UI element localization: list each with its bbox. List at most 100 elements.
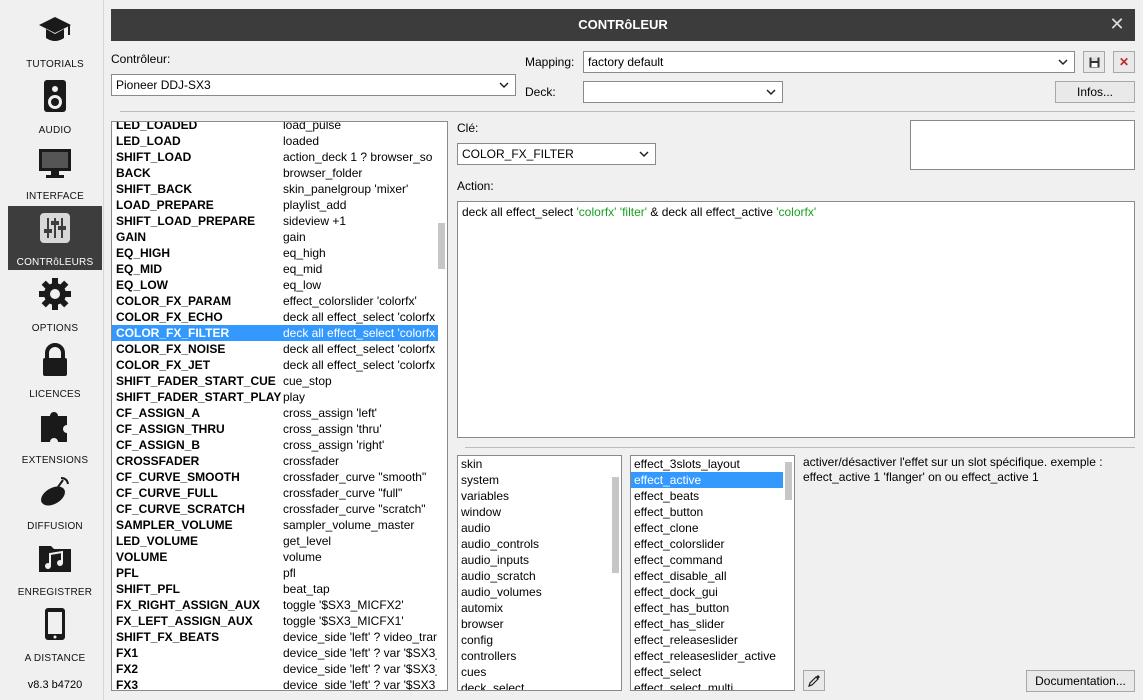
- infos-button[interactable]: Infos...: [1055, 81, 1135, 103]
- category-scrollbar[interactable]: [611, 457, 620, 689]
- mapping-row[interactable]: FX_RIGHT_ASSIGN_AUX toggle '$SX3_MICFX2': [112, 597, 438, 613]
- mapping-row[interactable]: PFL pfl: [112, 565, 438, 581]
- sidebar-item-audio[interactable]: AUDIO: [8, 74, 102, 138]
- mapping-row[interactable]: EQ_LOW eq_low: [112, 277, 438, 293]
- save-mapping-button[interactable]: [1083, 51, 1105, 73]
- mapping-row[interactable]: BACK browser_folder: [112, 165, 438, 181]
- mapping-row[interactable]: SHIFT_LOAD_PREPARE sideview +1: [112, 213, 438, 229]
- mapping-row[interactable]: CF_ASSIGN_A cross_assign 'left': [112, 405, 438, 421]
- mapping-select[interactable]: factory default: [583, 51, 1075, 73]
- sidebar-item-options[interactable]: OPTIONS: [8, 272, 102, 336]
- mapping-row[interactable]: FX2 device_side 'left' ? var '$SX3_: [112, 661, 438, 677]
- verb-item[interactable]: effect_active: [631, 472, 783, 488]
- sidebar-item-extensions[interactable]: EXTENSIONS: [8, 404, 102, 468]
- controller-select[interactable]: Pioneer DDJ-SX3: [111, 74, 516, 96]
- mapping-row[interactable]: LED_LOADED load_pulse: [112, 122, 438, 133]
- mapping-list[interactable]: LED_LOADED load_pulse LED_LOAD loaded SHIFT_…: [111, 121, 448, 691]
- category-item[interactable]: config: [458, 632, 610, 648]
- sidebar-item-licences[interactable]: LICENCES: [8, 338, 102, 402]
- verb-item[interactable]: effect_has_slider: [631, 616, 783, 632]
- mapping-row[interactable]: CF_ASSIGN_THRU cross_assign 'thru': [112, 421, 438, 437]
- scrollbar-thumb[interactable]: [785, 462, 792, 500]
- mapping-row[interactable]: CF_ASSIGN_B cross_assign 'right': [112, 437, 438, 453]
- verb-item[interactable]: effect_command: [631, 552, 783, 568]
- category-item[interactable]: window: [458, 504, 610, 520]
- verb-item[interactable]: effect_button: [631, 504, 783, 520]
- category-item[interactable]: deck_select: [458, 680, 610, 690]
- deck-select[interactable]: [583, 81, 783, 103]
- mapping-row[interactable]: SHIFT_FX_BEATS device_side 'left' ? video…: [112, 629, 438, 645]
- category-item[interactable]: browser: [458, 616, 610, 632]
- category-item[interactable]: controllers: [458, 648, 610, 664]
- category-item[interactable]: audio_controls: [458, 536, 610, 552]
- sidebar-item-enregistrer[interactable]: ENREGISTRER: [8, 536, 102, 600]
- close-button[interactable]: ✕: [1107, 14, 1127, 34]
- action-editor[interactable]: deck all effect_select 'colorfx' 'filter…: [457, 201, 1135, 438]
- mapping-row[interactable]: COLOR_FX_ECHO deck all effect_select 'col…: [112, 309, 438, 325]
- mapping-row[interactable]: FX_LEFT_ASSIGN_AUX toggle '$SX3_MICFX1': [112, 613, 438, 629]
- color-picker-button[interactable]: [803, 670, 825, 691]
- sidebar-item-a-distance[interactable]: A DISTANCE: [8, 602, 102, 666]
- verb-item[interactable]: effect_3slots_layout: [631, 456, 783, 472]
- verb-item[interactable]: effect_releaseslider_active: [631, 648, 783, 664]
- category-item[interactable]: audio: [458, 520, 610, 536]
- mapping-row[interactable]: CF_CURVE_SCRATCH crossfader_curve "scratc…: [112, 501, 438, 517]
- mapping-row[interactable]: LED_LOAD loaded: [112, 133, 438, 149]
- documentation-button[interactable]: Documentation...: [1026, 670, 1135, 692]
- verb-scrollbar[interactable]: [784, 457, 793, 689]
- verb-item[interactable]: effect_dock_gui: [631, 584, 783, 600]
- mapping-row[interactable]: CF_CURVE_SMOOTH crossfader_curve "smooth": [112, 469, 438, 485]
- sidebar-item-controleurs[interactable]: CONTRôLEURS: [8, 206, 102, 270]
- mapping-row[interactable]: CROSSFADER crossfader: [112, 453, 438, 469]
- scrollbar-thumb[interactable]: [438, 223, 445, 269]
- mapping-row[interactable]: SHIFT_LOAD action_deck 1 ? browser_so: [112, 149, 438, 165]
- mapping-row[interactable]: LOAD_PREPARE playlist_add: [112, 197, 438, 213]
- chevron-down-icon: [1058, 59, 1068, 66]
- mapping-key: FX2: [116, 662, 139, 676]
- category-item[interactable]: skin: [458, 456, 610, 472]
- category-item[interactable]: audio_inputs: [458, 552, 610, 568]
- mapping-row[interactable]: SHIFT_FADER_START_PLAY play: [112, 389, 438, 405]
- verb-item[interactable]: effect_releaseslider: [631, 632, 783, 648]
- category-item[interactable]: audio_scratch: [458, 568, 610, 584]
- category-item[interactable]: audio_volumes: [458, 584, 610, 600]
- mapping-row[interactable]: COLOR_FX_FILTER deck all effect_select 'c…: [112, 325, 438, 341]
- mapping-row[interactable]: VOLUME volume: [112, 549, 438, 565]
- mapping-scrollbar[interactable]: [437, 123, 446, 689]
- verb-item[interactable]: effect_select_multi: [631, 680, 783, 690]
- mapping-row[interactable]: FX3 device_side 'left' ? var '$SX3_: [112, 677, 438, 690]
- category-item[interactable]: system: [458, 472, 610, 488]
- category-item[interactable]: cues: [458, 664, 610, 680]
- verb-item[interactable]: effect_colorslider: [631, 536, 783, 552]
- mapping-row[interactable]: SHIFT_FADER_START_CUE cue_stop: [112, 373, 438, 389]
- verb-item[interactable]: effect_select: [631, 664, 783, 680]
- mapping-row[interactable]: SHIFT_BACK skin_panelgroup 'mixer': [112, 181, 438, 197]
- mapping-row[interactable]: COLOR_FX_NOISE deck all effect_select 'co…: [112, 341, 438, 357]
- mapping-row[interactable]: COLOR_FX_PARAM effect_colorslider 'colorf…: [112, 293, 438, 309]
- verb-item[interactable]: effect_has_button: [631, 600, 783, 616]
- verb-item[interactable]: effect_beats: [631, 488, 783, 504]
- action-param: 'colorfx' 'filter': [576, 205, 648, 219]
- verb-item[interactable]: effect_clone: [631, 520, 783, 536]
- mapping-row[interactable]: SAMPLER_VOLUME sampler_volume_master: [112, 517, 438, 533]
- mapping-row[interactable]: EQ_MID eq_mid: [112, 261, 438, 277]
- mapping-row[interactable]: GAIN gain: [112, 229, 438, 245]
- mapping-action: deck all effect_select 'colorfx: [283, 342, 436, 356]
- mapping-row[interactable]: COLOR_FX_JET deck all effect_select 'colo…: [112, 357, 438, 373]
- sidebar-item-tutorials[interactable]: TUTORIALS: [8, 8, 102, 72]
- category-item[interactable]: variables: [458, 488, 610, 504]
- mapping-row[interactable]: CF_CURVE_FULL crossfader_curve "full": [112, 485, 438, 501]
- mapping-row[interactable]: EQ_HIGH eq_high: [112, 245, 438, 261]
- delete-mapping-button[interactable]: ✕: [1113, 51, 1135, 73]
- scrollbar-thumb[interactable]: [612, 477, 619, 573]
- category-list[interactable]: skin system variables window audio audio_cont…: [457, 455, 622, 691]
- mapping-row[interactable]: SHIFT_PFL beat_tap: [112, 581, 438, 597]
- mapping-row[interactable]: LED_VOLUME get_level: [112, 533, 438, 549]
- verb-list[interactable]: effect_3slots_layout effect_active effect_…: [630, 455, 795, 691]
- sidebar-item-diffusion[interactable]: DIFFUSION: [8, 470, 102, 534]
- category-item[interactable]: automix: [458, 600, 610, 616]
- key-select[interactable]: COLOR_FX_FILTER: [457, 143, 656, 165]
- verb-item[interactable]: effect_disable_all: [631, 568, 783, 584]
- mapping-row[interactable]: FX1 device_side 'left' ? var '$SX3_: [112, 645, 438, 661]
- sidebar-item-interface[interactable]: INTERFACE: [8, 140, 102, 204]
